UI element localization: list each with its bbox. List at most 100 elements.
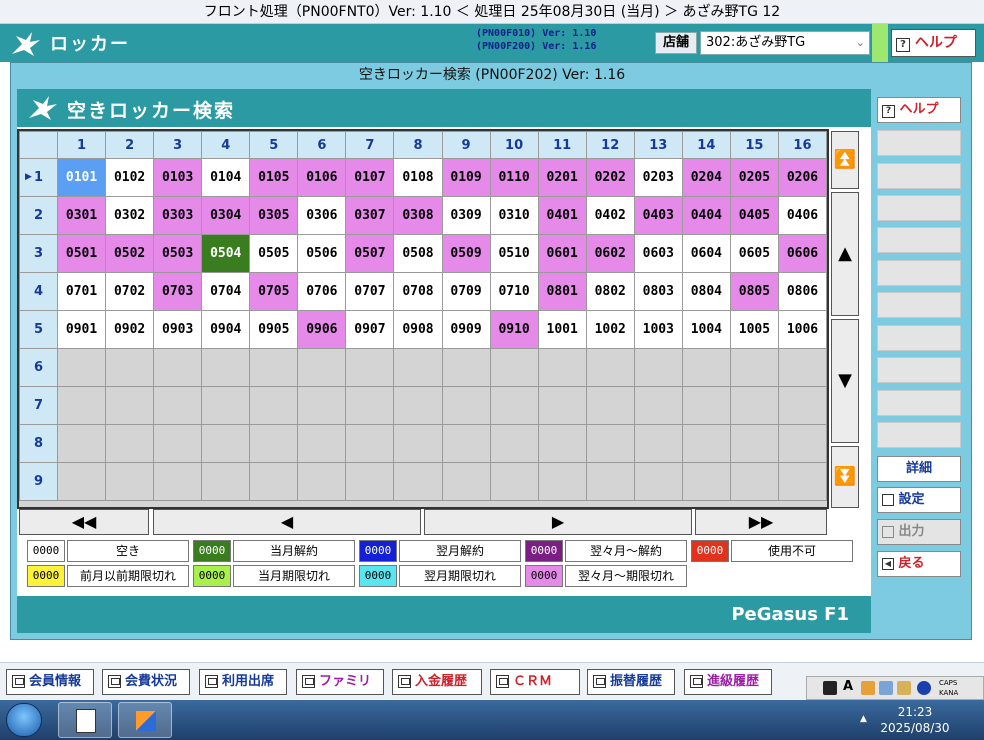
locker-cell[interactable]: 0604 <box>681 234 731 273</box>
ime-dictionary-icon[interactable] <box>879 681 893 695</box>
scroll-right-button[interactable]: ▶ <box>424 509 692 535</box>
locker-cell[interactable]: 0508 <box>393 234 443 273</box>
scroll-first-button[interactable]: ◀◀ <box>19 509 149 535</box>
locker-cell[interactable]: 0404 <box>681 196 731 235</box>
locker-cell[interactable]: 0708 <box>393 272 443 311</box>
locker-cell[interactable]: 0403 <box>633 196 683 235</box>
locker-cell[interactable]: 0804 <box>681 272 731 311</box>
ime-icon[interactable] <box>823 681 837 695</box>
start-button[interactable] <box>6 703 42 737</box>
locker-cell[interactable]: 0605 <box>729 234 779 273</box>
locker-cell[interactable]: 0107 <box>345 158 395 197</box>
locker-cell[interactable]: 0706 <box>297 272 347 311</box>
locker-cell[interactable]: 1004 <box>681 310 731 349</box>
locker-cell[interactable]: 0904 <box>201 310 251 349</box>
locker-cell[interactable]: 0505 <box>249 234 299 273</box>
locker-cell[interactable]: 0203 <box>633 158 683 197</box>
function-button[interactable]: ファミリー <box>296 669 384 713</box>
locker-cell[interactable]: 0901 <box>56 310 107 349</box>
locker-cell[interactable]: 0104 <box>201 158 251 197</box>
locker-cell[interactable]: 0709 <box>441 272 491 311</box>
scroll-last-button[interactable]: ▶▶ <box>695 509 827 535</box>
ime-tools-icon[interactable] <box>897 681 911 695</box>
locker-cell[interactable]: 0309 <box>441 196 491 235</box>
function-button[interactable]: 会員情報 <box>6 669 94 695</box>
function-button[interactable]: 会費状況 <box>102 669 190 695</box>
scroll-top-button[interactable]: ⏫ <box>831 131 859 189</box>
locker-cell[interactable]: 0507 <box>345 234 395 273</box>
locker-cell[interactable]: 0905 <box>249 310 299 349</box>
locker-cell[interactable]: 0206 <box>777 158 828 197</box>
taskbar-app-editor[interactable] <box>58 702 112 738</box>
locker-cell[interactable]: 0307 <box>345 196 395 235</box>
function-button[interactable]: 入金履歴 <box>392 669 482 695</box>
function-button[interactable]: 利用出席 <box>199 669 287 695</box>
app-help-button[interactable]: ? ヘルプ <box>891 29 976 57</box>
locker-cell[interactable]: 0805 <box>729 272 779 311</box>
locker-cell[interactable]: 0703 <box>153 272 203 311</box>
locker-cell[interactable]: 0707 <box>345 272 395 311</box>
help-button[interactable]: ? ヘルプ <box>877 97 961 123</box>
detail-button[interactable]: 詳細 <box>877 456 961 482</box>
output-button[interactable]: 出力 <box>877 519 961 545</box>
locker-cell[interactable]: 1003 <box>633 310 683 349</box>
locker-cell[interactable]: 0910 <box>489 310 539 349</box>
function-button[interactable]: ＣＲＭ <box>490 669 580 695</box>
locker-cell[interactable]: 0702 <box>105 272 155 311</box>
locker-cell[interactable]: 1006 <box>777 310 828 349</box>
locker-cell[interactable]: 0501 <box>56 234 107 273</box>
locker-cell[interactable]: 0401 <box>537 196 587 235</box>
locker-cell[interactable]: 0405 <box>729 196 779 235</box>
ime-mode[interactable]: A <box>843 679 853 694</box>
locker-cell[interactable]: 0204 <box>681 158 731 197</box>
locker-cell[interactable]: 0306 <box>297 196 347 235</box>
function-button[interactable]: 進級履歴 <box>684 669 772 695</box>
locker-cell[interactable]: 1001 <box>537 310 587 349</box>
locker-cell[interactable]: 0201 <box>537 158 587 197</box>
locker-cell[interactable]: 0502 <box>105 234 155 273</box>
function-button[interactable]: 振替履歴 <box>587 669 675 695</box>
scroll-up-button[interactable]: ▲ <box>831 192 859 316</box>
scroll-down-button[interactable]: ▼ <box>831 319 859 443</box>
locker-cell[interactable]: 0109 <box>441 158 491 197</box>
ime-pad-icon[interactable] <box>861 681 875 695</box>
settings-button[interactable]: 設定 <box>877 487 961 513</box>
locker-cell[interactable]: 0803 <box>633 272 683 311</box>
locker-cell[interactable]: 0101 <box>56 158 107 197</box>
locker-cell[interactable]: 0705 <box>249 272 299 311</box>
locker-cell[interactable]: 0105 <box>249 158 299 197</box>
locker-cell[interactable]: 0110 <box>489 158 539 197</box>
locker-cell[interactable]: 0907 <box>345 310 395 349</box>
locker-cell[interactable]: 0606 <box>777 234 828 273</box>
scroll-bottom-button[interactable]: ⏬ <box>831 446 859 508</box>
locker-cell[interactable]: 0402 <box>585 196 635 235</box>
locker-cell[interactable]: 0102 <box>105 158 155 197</box>
clock[interactable]: 21:23 2025/08/30 <box>870 704 960 736</box>
locker-cell[interactable]: 0506 <box>297 234 347 273</box>
locker-cell[interactable]: 0301 <box>56 196 107 235</box>
locker-cell[interactable]: 0202 <box>585 158 635 197</box>
locker-cell[interactable]: 0308 <box>393 196 443 235</box>
locker-cell[interactable]: 1005 <box>729 310 779 349</box>
locker-cell[interactable]: 0806 <box>777 272 828 311</box>
locker-cell[interactable]: 0106 <box>297 158 347 197</box>
locker-cell[interactable]: 0406 <box>777 196 828 235</box>
locker-cell[interactable]: 0510 <box>489 234 539 273</box>
locker-cell[interactable]: 0503 <box>153 234 203 273</box>
locker-cell[interactable]: 0509 <box>441 234 491 273</box>
show-hidden-icons-icon[interactable]: ▲ <box>860 714 867 724</box>
locker-cell[interactable]: 0504 <box>201 234 251 273</box>
locker-cell[interactable]: 0603 <box>633 234 683 273</box>
locker-cell[interactable]: 0701 <box>56 272 107 311</box>
ime-help-icon[interactable] <box>917 681 931 695</box>
locker-cell[interactable]: 0303 <box>153 196 203 235</box>
locker-cell[interactable]: 0903 <box>153 310 203 349</box>
scroll-left-button[interactable]: ◀ <box>153 509 421 535</box>
locker-cell[interactable]: 1002 <box>585 310 635 349</box>
locker-cell[interactable]: 0801 <box>537 272 587 311</box>
locker-cell[interactable]: 0902 <box>105 310 155 349</box>
locker-cell[interactable]: 0108 <box>393 158 443 197</box>
locker-cell[interactable]: 0909 <box>441 310 491 349</box>
locker-cell[interactable]: 0906 <box>297 310 347 349</box>
back-button[interactable]: ◀ 戻る <box>877 551 961 577</box>
